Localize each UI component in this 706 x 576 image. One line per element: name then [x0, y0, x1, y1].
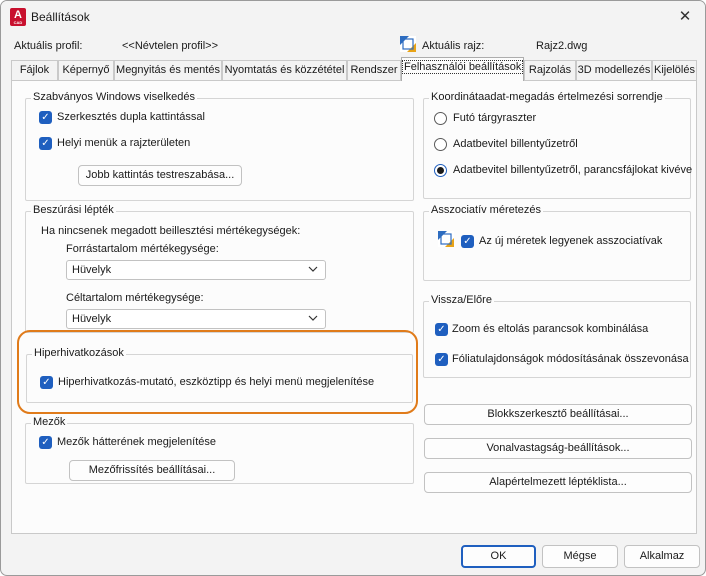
close-icon[interactable]: ✕ [671, 5, 699, 29]
fields-group: Mezők ✓ Mezők hátterének megjelenítése M… [25, 416, 414, 484]
tab-user-preferences[interactable]: Felhasználói beállítások [401, 57, 524, 81]
combine-layer-changes-label: Fóliatulajdonságok módosításának összevo… [452, 353, 689, 365]
current-drawing-label: Aktuális rajz: [422, 40, 485, 52]
radio-keyboard-entry[interactable] [434, 138, 447, 151]
tab-3d-modeling[interactable]: 3D modellezés [576, 60, 652, 80]
coordinate-priority-group: Koordinátaadat-megadás értelmezési sorre… [423, 91, 693, 199]
current-profile-value: <<Névtelen profil>> [122, 40, 219, 52]
double-click-edit-label: Szerkesztés dupla kattintással [57, 111, 205, 123]
block-editor-settings-button[interactable]: Blokkszerkesztő beállításai... [424, 404, 692, 425]
field-background-checkbox[interactable]: ✓ [39, 436, 52, 449]
radio-running-osnap-label: Futó tárgyraszter [453, 112, 537, 124]
double-click-edit-checkbox[interactable]: ✓ [39, 111, 52, 124]
combine-zoom-pan-checkbox[interactable]: ✓ [435, 323, 448, 336]
windows-behavior-title: Szabványos Windows viselkedés [31, 91, 198, 103]
apply-button[interactable]: Alkalmaz [624, 545, 700, 568]
field-background-label: Mezők hátterének megjelenítése [57, 436, 216, 448]
target-units-label: Céltartalom mértékegysége: [66, 292, 204, 304]
drawing-file-icon [400, 36, 416, 52]
tab-selection[interactable]: Kijelölés [652, 60, 697, 80]
radio-keyboard-except-scripts-label: Adatbevitel billentyűzetről, parancsfájl… [453, 164, 693, 176]
source-units-label: Forrástartalom mértékegysége: [66, 243, 219, 255]
radio-keyboard-entry-label: Adatbevitel billentyűzetről [453, 138, 578, 150]
lineweight-settings-button[interactable]: Vonalvastagság-beállítások... [424, 438, 692, 459]
tab-user-preferences-label: Felhasználói beállítások [402, 60, 524, 74]
undo-redo-group: Vissza/Előre ✓ Zoom és eltolás parancsok… [423, 294, 691, 378]
tab-files[interactable]: Fájlok [11, 60, 58, 80]
hyperlink-highlight [17, 330, 418, 414]
target-units-select[interactable]: Hüvelyk [66, 309, 326, 329]
insertion-scale-description: Ha nincsenek megadott beillesztési mérté… [41, 225, 301, 237]
user-preferences-panel: Szabványos Windows viselkedés ✓ Szerkesz… [11, 80, 697, 534]
tab-open-save[interactable]: Megnyitás és mentés [114, 60, 222, 80]
cancel-button[interactable]: Mégse [542, 545, 618, 568]
combine-zoom-pan-label: Zoom és eltolás parancsok kombinálása [452, 323, 649, 335]
source-units-value: Hüvelyk [72, 264, 112, 276]
tab-drafting[interactable]: Rajzolás [524, 60, 576, 80]
default-scale-list-button[interactable]: Alapértelmezett léptéklista... [424, 472, 692, 493]
chevron-down-icon [308, 315, 318, 321]
associative-dimension-checkbox[interactable]: ✓ [461, 235, 474, 248]
current-drawing-value: Rajz2.dwg [536, 40, 588, 52]
fields-title: Mezők [31, 416, 68, 428]
chevron-down-icon [308, 266, 318, 272]
associative-dimension-label: Az új méretek legyenek asszociatívak [479, 235, 663, 247]
tab-system[interactable]: Rendszer [347, 60, 401, 80]
associative-dimension-title: Asszociatív méretezés [429, 204, 544, 216]
tab-display[interactable]: Képernyő [58, 60, 114, 80]
source-units-select[interactable]: Hüvelyk [66, 260, 326, 280]
target-units-value: Hüvelyk [72, 313, 112, 325]
window-title: Beállítások [31, 10, 90, 24]
radio-running-osnap[interactable] [434, 112, 447, 125]
ok-button[interactable]: OK [461, 545, 536, 568]
field-update-settings-button[interactable]: Mezőfrissítés beállításai... [69, 460, 235, 481]
autocad-app-icon: A CAD [10, 8, 26, 26]
associative-dimension-icon [438, 231, 454, 247]
radio-keyboard-except-scripts[interactable] [434, 164, 447, 177]
shortcut-menus-checkbox[interactable]: ✓ [39, 137, 52, 150]
windows-behavior-group: Szabványos Windows viselkedés ✓ Szerkesz… [25, 91, 414, 201]
insertion-scale-title: Beszúrási lépték [31, 204, 116, 216]
shortcut-menus-label: Helyi menük a rajzterületen [57, 137, 191, 149]
title-bar: A CAD Beállítások ✕ [1, 1, 705, 33]
options-dialog: A CAD Beállítások ✕ Aktuális profil: <<Né… [0, 0, 706, 576]
current-profile-label: Aktuális profil: [14, 40, 83, 52]
undo-redo-title: Vissza/Előre [429, 294, 494, 306]
tab-plot-publish[interactable]: Nyomtatás és közzététel [222, 60, 347, 80]
associative-dimension-group: Asszociatív méretezés ✓ Az új méretek le… [423, 204, 691, 281]
coordinate-priority-title: Koordinátaadat-megadás értelmezési sorre… [429, 91, 665, 103]
combine-layer-changes-checkbox[interactable]: ✓ [435, 353, 448, 366]
insertion-scale-group: Beszúrási lépték Ha nincsenek megadott b… [25, 204, 414, 333]
right-click-customization-button[interactable]: Jobb kattintás testreszabása... [78, 165, 242, 186]
